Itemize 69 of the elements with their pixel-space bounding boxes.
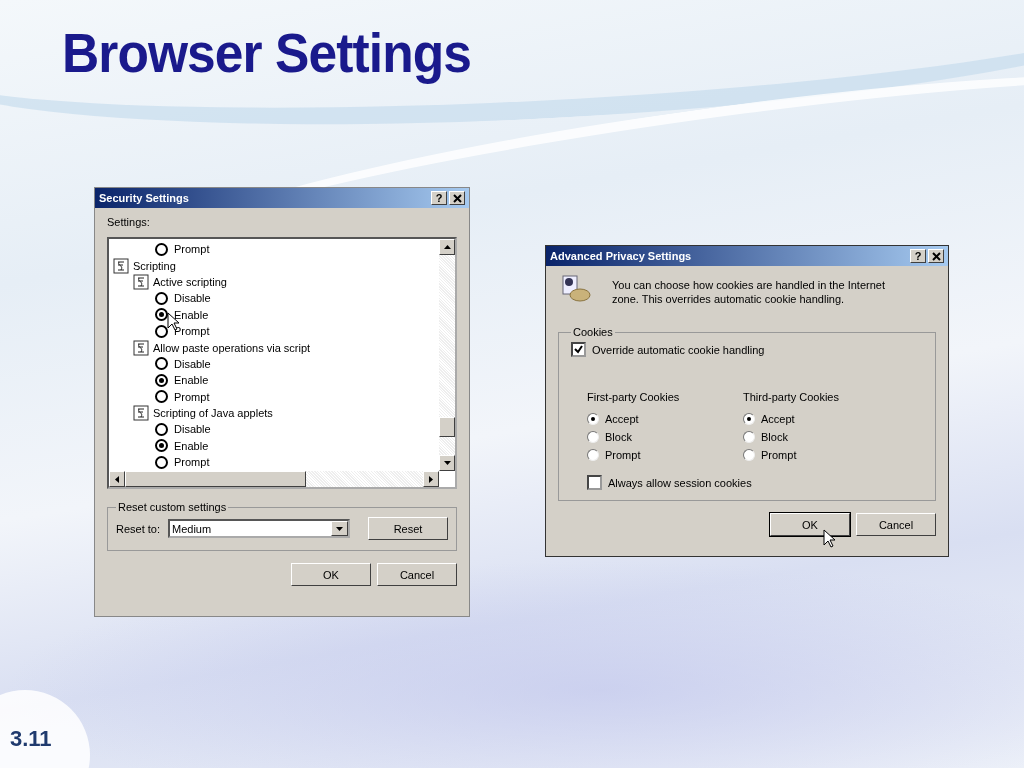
radio-label: Prompt: [174, 456, 210, 469]
help-button[interactable]: ?: [431, 191, 447, 205]
radio-option[interactable]: Prompt: [587, 449, 641, 461]
radio-label: Enable: [174, 374, 209, 387]
radio-button[interactable]: [155, 455, 168, 469]
document-cookie-icon: [560, 274, 592, 302]
page-number: 3.11: [0, 690, 90, 768]
check-icon: [574, 345, 583, 354]
window-title: Advanced Privacy Settings: [550, 250, 693, 262]
radio-button[interactable]: [155, 390, 168, 404]
radio-option[interactable]: Accept: [587, 413, 639, 425]
radio-label: Disable: [174, 292, 211, 305]
column-heading: First-party Cookies: [587, 391, 681, 403]
radio-option[interactable]: Block: [743, 431, 788, 443]
reset-level-dropdown[interactable]: Medium: [168, 519, 350, 538]
script-icon: [133, 273, 149, 290]
radio-button[interactable]: [155, 291, 168, 305]
window-title: Security Settings: [99, 192, 190, 204]
scroll-down-arrow-icon: [443, 461, 451, 465]
setting-group-label[interactable]: Allow paste operations via script: [153, 341, 311, 354]
close-icon: [931, 251, 941, 261]
radio-button[interactable]: [155, 242, 168, 256]
close-button[interactable]: [449, 191, 465, 205]
scroll-thumb[interactable]: [439, 417, 455, 437]
close-icon: [452, 193, 462, 203]
help-button[interactable]: ?: [910, 249, 926, 263]
radio-button[interactable]: [155, 373, 168, 387]
radio-label: Prompt: [174, 243, 210, 256]
setting-group-label[interactable]: Scripting of Java applets: [153, 407, 273, 420]
settings-label: Settings:: [107, 216, 151, 228]
scroll-left-arrow-icon: [115, 475, 119, 483]
description-text: You can choose how cookies are handled in the Internet zone. This overrides automatic cookie handling.: [612, 278, 886, 306]
radio-label: Disable: [174, 423, 211, 436]
radio-button[interactable]: [155, 439, 168, 453]
radio-option[interactable]: Prompt: [743, 449, 797, 461]
script-icon: [113, 257, 129, 274]
vertical-scrollbar[interactable]: [439, 239, 455, 471]
scroll-right-arrow-icon: [429, 475, 433, 483]
dialog-button[interactable]: Cancel: [377, 563, 457, 586]
group-legend: Cookies: [571, 326, 615, 338]
setting-group-label[interactable]: Scripting: [133, 259, 176, 272]
radio-label: Enable: [174, 439, 209, 452]
script-icon: [133, 405, 149, 422]
scroll-thumb[interactable]: [125, 471, 306, 487]
caret-icon: [336, 526, 343, 531]
horizontal-scrollbar[interactable]: [109, 471, 439, 487]
session-cookies-checkbox[interactable]: Always allow session cookies: [587, 475, 752, 490]
radio-label: Prompt: [174, 325, 210, 338]
script-icon: [133, 339, 149, 356]
reset-to-label: Reset to:: [116, 522, 161, 535]
dialog-button[interactable]: OK: [291, 563, 371, 586]
radio-option[interactable]: Accept: [743, 413, 795, 425]
override-checkbox[interactable]: Override automatic cookie handling: [571, 342, 765, 357]
dialog-button[interactable]: OK: [770, 513, 850, 536]
radio-button[interactable]: [155, 357, 168, 371]
radio-button[interactable]: [155, 423, 168, 436]
radio-label: Prompt: [174, 390, 210, 403]
slide-title: Browser Settings: [62, 20, 471, 85]
reset-button[interactable]: Reset: [368, 517, 448, 540]
setting-group-label[interactable]: Active scripting: [153, 275, 227, 288]
close-button[interactable]: [928, 249, 944, 263]
dialog-button[interactable]: Cancel: [856, 513, 936, 536]
cursor-icon: [823, 529, 835, 548]
group-legend: Reset custom settings: [116, 501, 229, 513]
radio-option[interactable]: Block: [587, 431, 632, 443]
scroll-up-arrow-icon: [443, 245, 451, 249]
radio-label: Disable: [174, 357, 211, 370]
column-heading: Third-party Cookies: [743, 391, 840, 403]
radio-label: Enable: [174, 308, 209, 321]
